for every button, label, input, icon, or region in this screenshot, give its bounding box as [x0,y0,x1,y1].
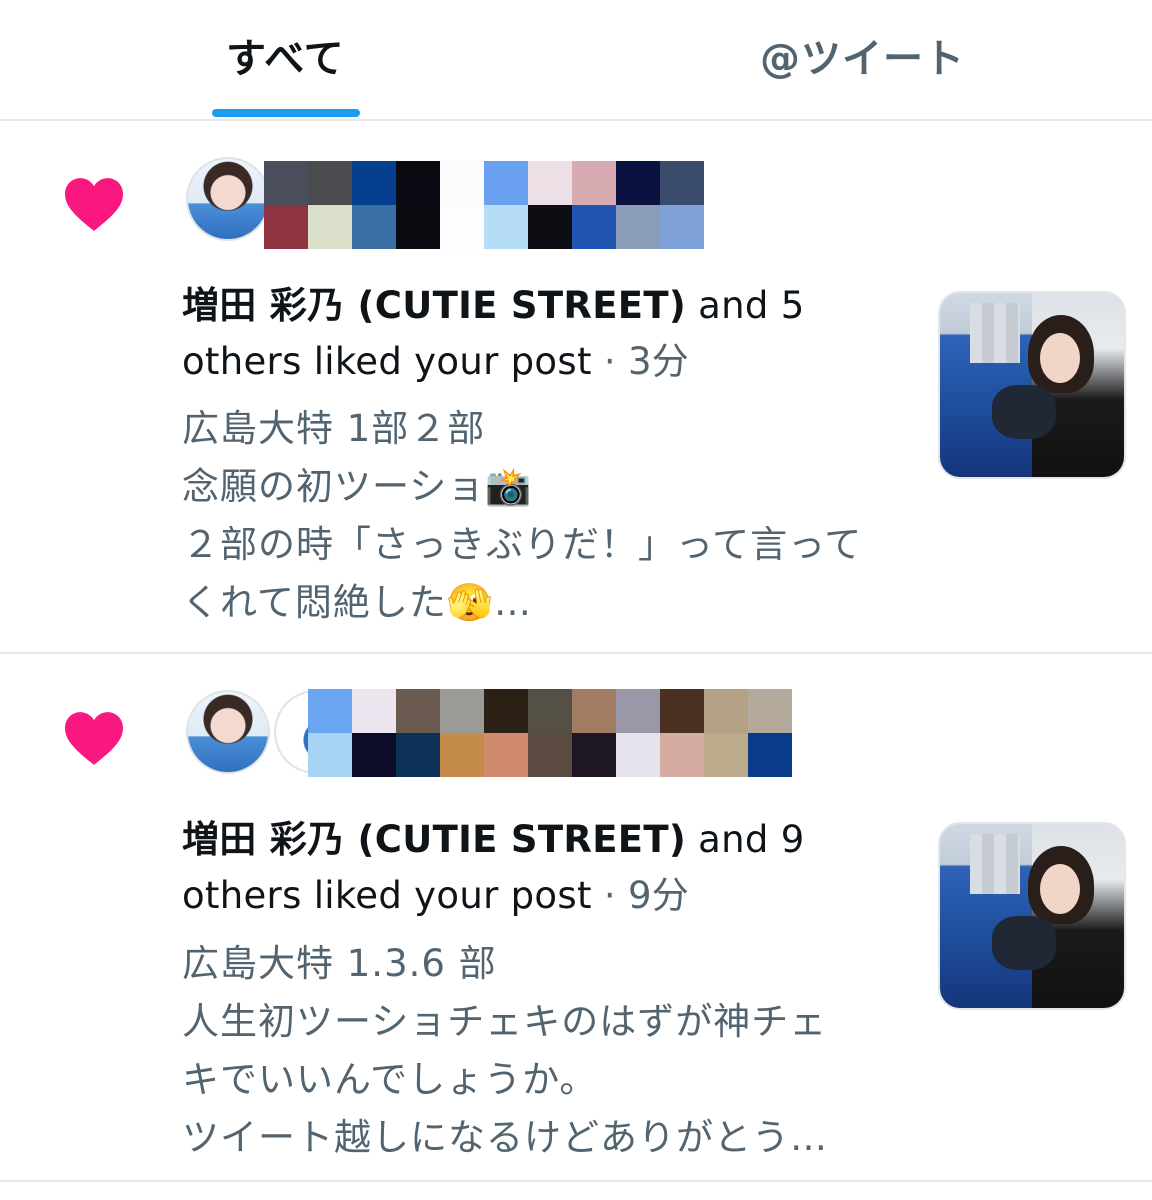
mosaic-block [572,161,616,205]
user-avatar[interactable] [186,690,270,774]
timestamp: 9分 [627,874,690,917]
user-avatar[interactable] [186,157,270,241]
mosaic-block [660,205,704,249]
mosaic-block [440,161,484,205]
post-thumbnail[interactable] [938,822,1126,1010]
heart-icon [65,712,123,765]
notification-tabs: すべて @ツイート [0,0,1152,121]
mosaic-block [572,733,616,777]
blurred-face [970,303,1020,363]
mosaic-block [660,689,704,733]
mosaic-block [352,733,396,777]
mosaic-block [352,205,396,249]
separator: · [591,874,628,917]
mosaic-block [396,161,440,205]
mosaic-block [308,733,352,777]
mosaic-block [308,161,352,205]
mosaic-block [352,161,396,205]
snippet-line: 人生初ツーショチェキのはずが神チェ [182,1000,828,1043]
mosaic-block [308,205,352,249]
notification-item[interactable]: 増田 彩乃 (CUTIE STREET) and 9 others liked … [0,654,1152,1182]
mosaic-block [528,205,572,249]
snippet-line: 広島大特 1.3.6 部 [182,942,497,985]
post-thumbnail[interactable] [938,291,1126,479]
active-tab-indicator [212,109,360,117]
mosaic-block [528,733,572,777]
tab-mentions[interactable]: @ツイート [760,26,965,84]
snippet-line: 念願の初ツーショ📸 [182,465,533,508]
user-name[interactable]: 増田 彩乃 (CUTIE STREET) [182,284,686,327]
blurred-face [970,834,1020,894]
mosaic-block [528,161,572,205]
mosaic-block [484,733,528,777]
mosaic-block [704,689,748,733]
mosaic-block [264,161,308,205]
mosaic-block [660,733,704,777]
mosaic-block [396,205,440,249]
action-text-2: others liked your post [182,340,592,383]
mosaic-block [484,161,528,205]
mosaic-block [396,689,440,733]
mosaic-block [616,689,660,733]
action-text-2: others liked your post [182,874,592,917]
mosaic-block [264,205,308,249]
pixelated-avatars [308,689,792,777]
snippet-line: 広島大特 1部２部 [182,407,486,450]
mosaic-block [660,161,704,205]
mosaic-block [616,161,660,205]
mosaic-block [748,733,792,777]
action-text: and 5 [686,284,805,327]
snippet-line: くれて悶絶した🫣… [182,581,532,624]
mosaic-block [616,205,660,249]
mosaic-block [440,689,484,733]
timestamp: 3分 [627,340,690,383]
action-text: and 9 [686,818,805,861]
mosaic-block [572,689,616,733]
snippet-line: キでいいんでしょうか。 [182,1058,598,1101]
notification-item[interactable]: 増田 彩乃 (CUTIE STREET) and 5 others liked … [0,121,1152,654]
mosaic-block [748,689,792,733]
mosaic-block [440,205,484,249]
user-name[interactable]: 増田 彩乃 (CUTIE STREET) [182,818,686,861]
heart-icon [65,178,123,231]
notification-headline: 増田 彩乃 (CUTIE STREET) and 5 others liked … [182,278,862,390]
notification-headline: 増田 彩乃 (CUTIE STREET) and 9 others liked … [182,812,862,924]
mosaic-block [484,689,528,733]
mosaic-block [484,205,528,249]
snippet-line: ツイート越しになるけどありがとう… [182,1116,828,1159]
mosaic-block [308,689,352,733]
mosaic-block [528,689,572,733]
pixelated-avatars [264,161,704,249]
snippet-line: ２部の時「さっきぶりだ！」って言って [182,523,863,566]
mosaic-block [440,733,484,777]
post-snippet: 広島大特 1部２部 念願の初ツーショ📸 ２部の時「さっきぶりだ！」って言って く… [182,400,902,632]
post-snippet: 広島大特 1.3.6 部 人生初ツーショチェキのはずが神チェ キでいいんでしょう… [182,935,902,1167]
mosaic-block [352,689,396,733]
separator: · [591,340,628,383]
mosaic-block [616,733,660,777]
tab-all[interactable]: すべて [226,26,345,84]
mosaic-block [704,733,748,777]
mosaic-block [572,205,616,249]
mosaic-block [396,733,440,777]
